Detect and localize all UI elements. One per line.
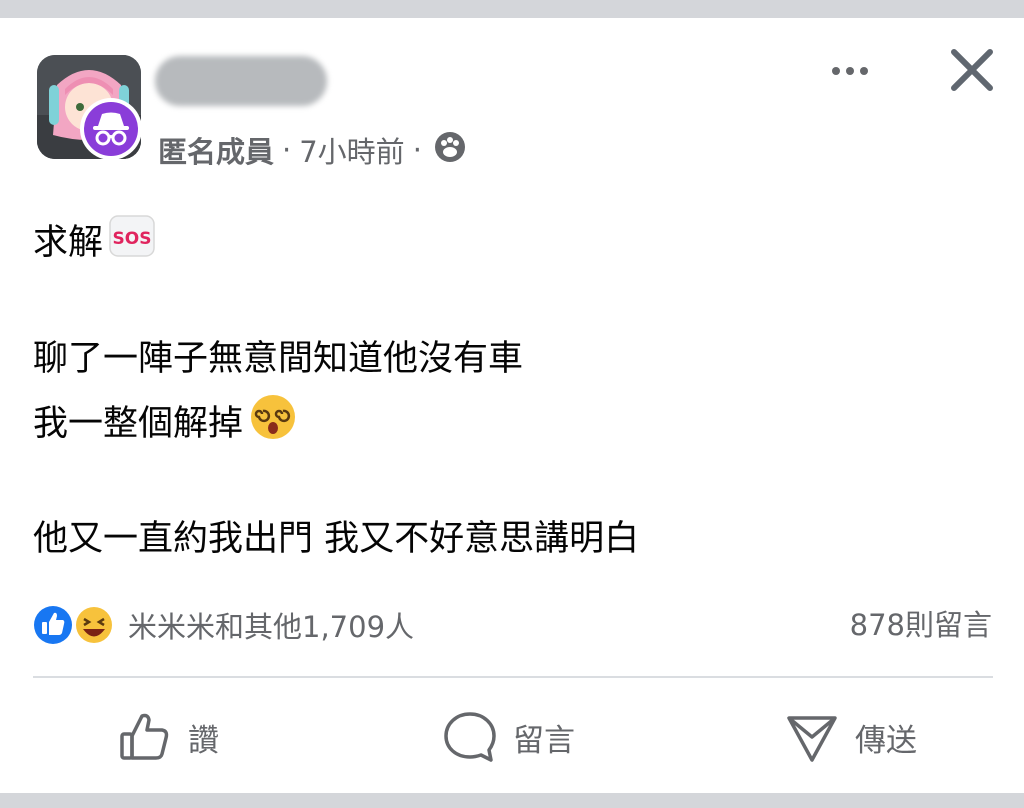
- comment-bubble-icon: [444, 712, 496, 762]
- comment-button[interactable]: 留言: [443, 705, 575, 769]
- more-options-button[interactable]: [826, 56, 874, 86]
- reaction-text[interactable]: 米米米和其他1,709人: [128, 604, 414, 646]
- close-icon: [951, 49, 993, 91]
- post-text: 我一整個解掉: [33, 404, 244, 444]
- anonymous-badge: [80, 98, 142, 160]
- post-line-1: 求解 SOS: [33, 215, 155, 268]
- like-icon: [32, 604, 74, 646]
- reactions-summary[interactable]: 米米米和其他1,709人: [30, 602, 414, 648]
- post-time[interactable]: 7小時前: [299, 129, 404, 171]
- thumbs-up-icon: [120, 713, 169, 760]
- post-line-3: 我一整個解掉: [33, 395, 297, 449]
- send-icon: [787, 716, 837, 762]
- post-text: 他又一直約我出門 我又不好意思講明白: [33, 519, 640, 559]
- group-icon: [434, 131, 466, 170]
- author-label[interactable]: 匿名成員: [158, 129, 274, 171]
- send-label: 傳送: [855, 722, 917, 759]
- post-text: 求解: [33, 223, 104, 263]
- send-button[interactable]: 傳送: [785, 705, 917, 769]
- close-button[interactable]: [948, 46, 996, 94]
- divider: [33, 676, 993, 678]
- post-text: 聊了一陣子無意間知道他沒有車: [33, 339, 524, 379]
- sos-emoji: SOS: [109, 213, 155, 273]
- author-name-redacted: [155, 56, 327, 106]
- reaction-icons: [30, 602, 120, 648]
- incognito-icon: [93, 112, 129, 146]
- more-dots-icon: [832, 67, 868, 75]
- post-line-4: 他又一直約我出門 我又不好意思講明白: [33, 514, 639, 564]
- comment-label: 留言: [513, 722, 575, 759]
- meta-separator: ·: [282, 133, 292, 167]
- top-separator: [0, 0, 1024, 18]
- post-line-2: 聊了一陣子無意間知道他沒有車: [33, 334, 523, 384]
- post-meta: 匿名成員 · 7小時前 ·: [158, 130, 466, 170]
- dizzy-face-emoji: [249, 393, 297, 455]
- meta-separator: ·: [412, 133, 422, 167]
- svg-text:SOS: SOS: [113, 229, 152, 249]
- like-button[interactable]: 讚: [118, 705, 219, 769]
- comment-count[interactable]: 878則留言: [850, 602, 992, 648]
- bottom-separator: [0, 793, 1024, 808]
- haha-icon: [74, 605, 114, 645]
- like-label: 讚: [188, 722, 219, 759]
